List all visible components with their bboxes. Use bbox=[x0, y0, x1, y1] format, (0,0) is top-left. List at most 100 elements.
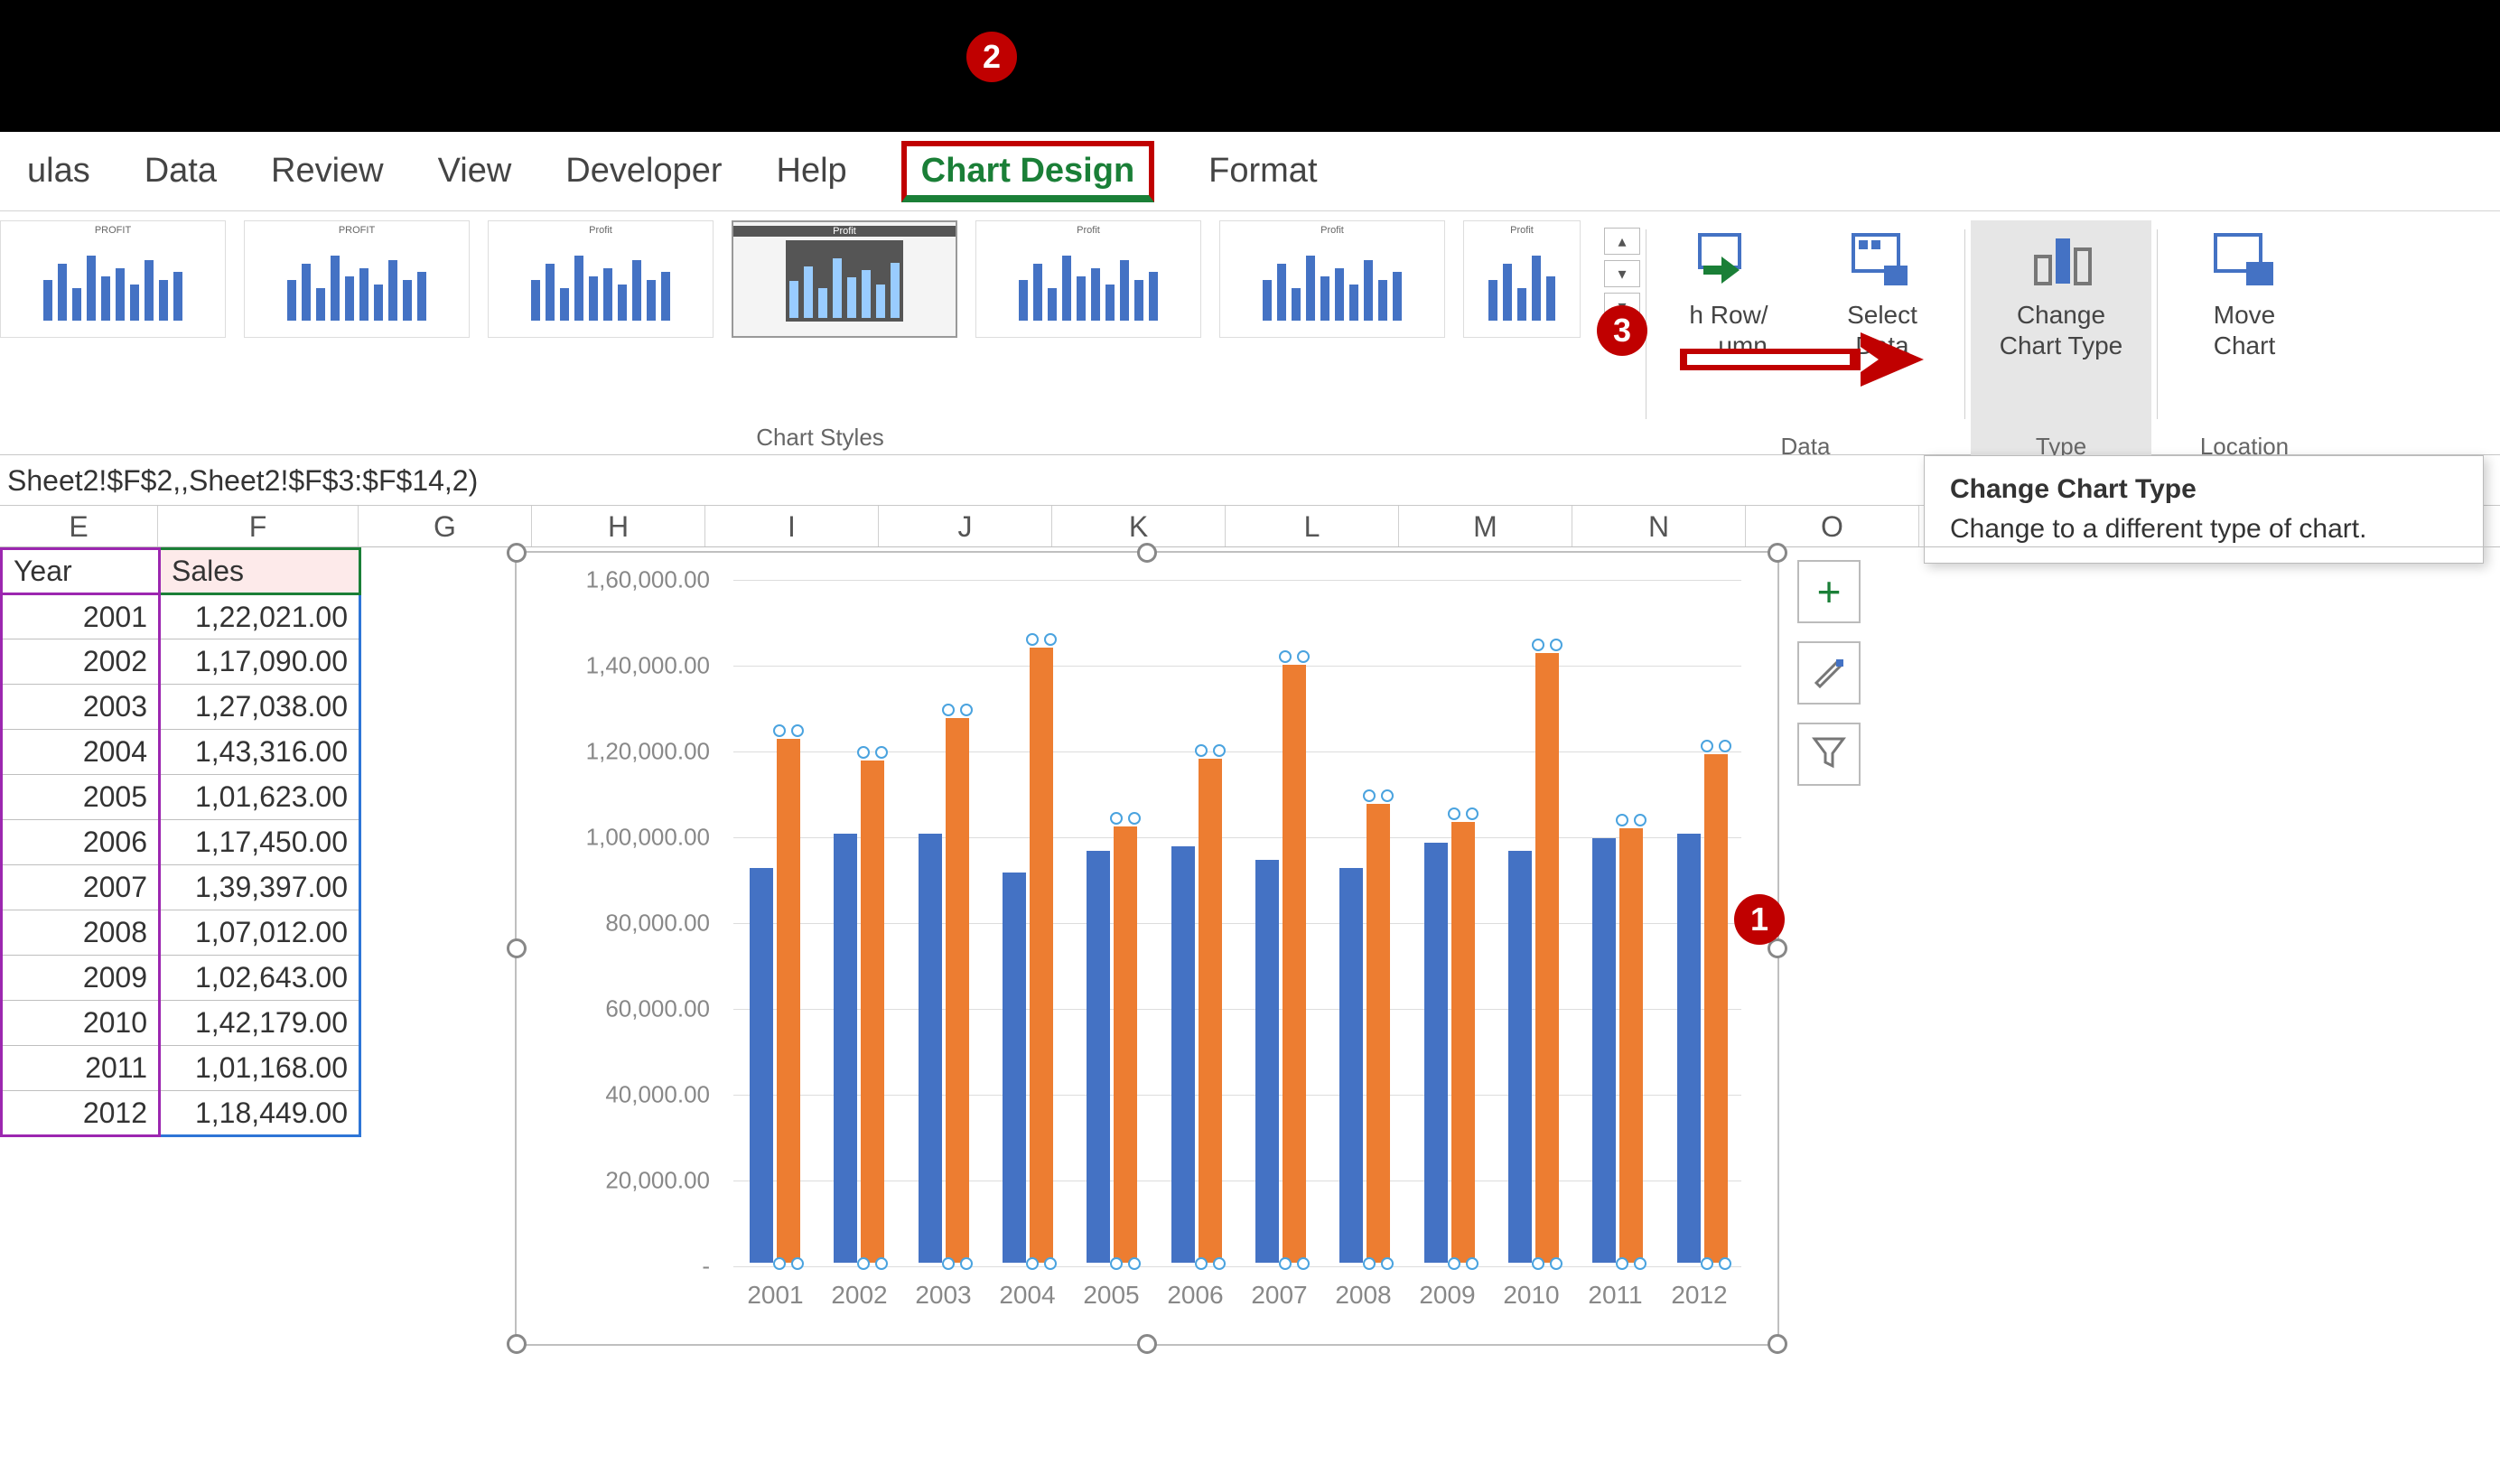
table-cell[interactable]: 1,01,623.00 bbox=[160, 775, 360, 820]
gallery-up[interactable]: ▴ bbox=[1604, 228, 1640, 255]
bar-series2[interactable] bbox=[1283, 665, 1306, 1263]
brush-icon bbox=[1811, 652, 1847, 694]
table-cell[interactable]: 2011 bbox=[2, 1046, 160, 1091]
bar-series2[interactable] bbox=[1199, 759, 1222, 1263]
bar-series1[interactable] bbox=[1171, 846, 1195, 1263]
bar-series2[interactable] bbox=[777, 739, 800, 1263]
header-year[interactable]: Year bbox=[2, 549, 160, 594]
table-cell[interactable]: 1,43,316.00 bbox=[160, 730, 360, 775]
table-cell[interactable]: 2005 bbox=[2, 775, 160, 820]
table-cell[interactable]: 2003 bbox=[2, 685, 160, 730]
table-cell[interactable]: 1,01,168.00 bbox=[160, 1046, 360, 1091]
bar-series2[interactable] bbox=[1535, 653, 1559, 1263]
tab-view[interactable]: View bbox=[411, 143, 539, 200]
embedded-chart[interactable]: -20,000.0040,000.0060,000.0080,000.001,0… bbox=[515, 551, 1779, 1346]
table-cell[interactable]: 1,22,021.00 bbox=[160, 594, 360, 639]
y-tick: - bbox=[702, 1253, 710, 1281]
gallery-down[interactable]: ▾ bbox=[1604, 260, 1640, 287]
table-cell[interactable]: 2007 bbox=[2, 865, 160, 910]
chart-plot-area[interactable] bbox=[733, 580, 1741, 1263]
table-cell[interactable]: 2010 bbox=[2, 1001, 160, 1046]
worksheet[interactable]: E F G H I J K L M N O Year Sales 2001 1,… bbox=[0, 506, 2500, 1481]
bar-series1[interactable] bbox=[1339, 868, 1363, 1263]
style-thumb-3[interactable]: Profit bbox=[488, 220, 714, 338]
handle[interactable] bbox=[1768, 1334, 1787, 1354]
table-cell[interactable]: 2006 bbox=[2, 820, 160, 865]
handle[interactable] bbox=[1137, 543, 1157, 563]
bar-series2[interactable] bbox=[1619, 828, 1643, 1263]
table-cell[interactable]: 2012 bbox=[2, 1091, 160, 1136]
tab-review[interactable]: Review bbox=[244, 143, 411, 200]
chart-styles-gallery[interactable]: PROFIT PROFIT Profit Profit Profit Profi… bbox=[0, 211, 1640, 338]
tab-format[interactable]: Format bbox=[1181, 143, 1344, 200]
column-headers: E F G H I J K L M N O bbox=[0, 506, 2500, 547]
chart-elements-button[interactable]: + bbox=[1797, 560, 1861, 623]
style-thumb-6[interactable]: Profit bbox=[1219, 220, 1445, 338]
col-header-G[interactable]: G bbox=[359, 506, 532, 546]
move-chart-icon bbox=[2210, 229, 2279, 289]
tab-help[interactable]: Help bbox=[750, 143, 874, 200]
change-chart-type-button[interactable]: Change Chart Type bbox=[1971, 220, 2151, 464]
col-header-N[interactable]: N bbox=[1572, 506, 1746, 546]
chart-styles-button[interactable] bbox=[1797, 641, 1861, 705]
bar-series1[interactable] bbox=[1592, 838, 1616, 1263]
handle[interactable] bbox=[1137, 1334, 1157, 1354]
handle[interactable] bbox=[1768, 543, 1787, 563]
handle[interactable] bbox=[507, 543, 527, 563]
tab-data[interactable]: Data bbox=[117, 143, 244, 200]
table-cell[interactable]: 1,17,090.00 bbox=[160, 639, 360, 685]
table-cell[interactable]: 2009 bbox=[2, 956, 160, 1001]
style-thumb-2[interactable]: PROFIT bbox=[244, 220, 470, 338]
col-header-M[interactable]: M bbox=[1399, 506, 1572, 546]
bar-series1[interactable] bbox=[1255, 860, 1279, 1264]
bar-series2[interactable] bbox=[861, 761, 884, 1263]
bar-series1[interactable] bbox=[1424, 843, 1448, 1264]
bar-series2[interactable] bbox=[1030, 648, 1053, 1263]
chart-styles-group: PROFIT PROFIT Profit Profit Profit Profi… bbox=[0, 211, 1640, 455]
app-root: 2 3 ulas Data Review View Developer Help… bbox=[0, 0, 2500, 1484]
handle[interactable] bbox=[507, 1334, 527, 1354]
bar-series1[interactable] bbox=[834, 834, 857, 1263]
table-cell[interactable]: 1,42,179.00 bbox=[160, 1001, 360, 1046]
table-cell[interactable]: 2004 bbox=[2, 730, 160, 775]
bar-series2[interactable] bbox=[1451, 822, 1475, 1263]
bar-series2[interactable] bbox=[1704, 754, 1728, 1263]
style-thumb-1[interactable]: PROFIT bbox=[0, 220, 226, 338]
col-header-L[interactable]: L bbox=[1226, 506, 1399, 546]
col-header-J[interactable]: J bbox=[879, 506, 1052, 546]
header-sales[interactable]: Sales bbox=[160, 549, 360, 594]
bar-series2[interactable] bbox=[1114, 826, 1137, 1263]
bar-series1[interactable] bbox=[750, 868, 773, 1263]
col-header-H[interactable]: H bbox=[532, 506, 705, 546]
table-cell[interactable]: 1,39,397.00 bbox=[160, 865, 360, 910]
bar-series2[interactable] bbox=[946, 718, 969, 1263]
col-header-K[interactable]: K bbox=[1052, 506, 1226, 546]
table-cell[interactable]: 1,07,012.00 bbox=[160, 910, 360, 956]
tab-formulas[interactable]: ulas bbox=[0, 143, 117, 200]
table-cell[interactable]: 1,02,643.00 bbox=[160, 956, 360, 1001]
bar-series1[interactable] bbox=[919, 834, 942, 1263]
style-thumb-7[interactable]: Profit bbox=[1463, 220, 1581, 338]
style-thumb-5[interactable]: Profit bbox=[975, 220, 1201, 338]
move-chart-button[interactable]: Move Chart bbox=[2163, 220, 2326, 464]
table-cell[interactable]: 2001 bbox=[2, 594, 160, 639]
bar-series1[interactable] bbox=[1677, 834, 1701, 1263]
col-header-I[interactable]: I bbox=[705, 506, 879, 546]
table-cell[interactable]: 2002 bbox=[2, 639, 160, 685]
col-header-F[interactable]: F bbox=[158, 506, 359, 546]
col-header-O[interactable]: O bbox=[1746, 506, 1919, 546]
col-header-E[interactable]: E bbox=[0, 506, 158, 546]
tab-developer[interactable]: Developer bbox=[538, 143, 749, 200]
table-cell[interactable]: 2008 bbox=[2, 910, 160, 956]
style-thumb-4[interactable]: Profit bbox=[732, 220, 957, 338]
chart-filter-button[interactable] bbox=[1797, 723, 1861, 786]
bar-series1[interactable] bbox=[1508, 851, 1532, 1263]
bar-series2[interactable] bbox=[1367, 804, 1390, 1263]
table-cell[interactable]: 1,18,449.00 bbox=[160, 1091, 360, 1136]
bar-series1[interactable] bbox=[1003, 873, 1026, 1263]
bar-series1[interactable] bbox=[1087, 851, 1110, 1263]
tab-chart-design[interactable]: Chart Design bbox=[874, 143, 1181, 200]
ribbon-tabs: ulas Data Review View Developer Help Cha… bbox=[0, 132, 2500, 211]
table-cell[interactable]: 1,17,450.00 bbox=[160, 820, 360, 865]
table-cell[interactable]: 1,27,038.00 bbox=[160, 685, 360, 730]
